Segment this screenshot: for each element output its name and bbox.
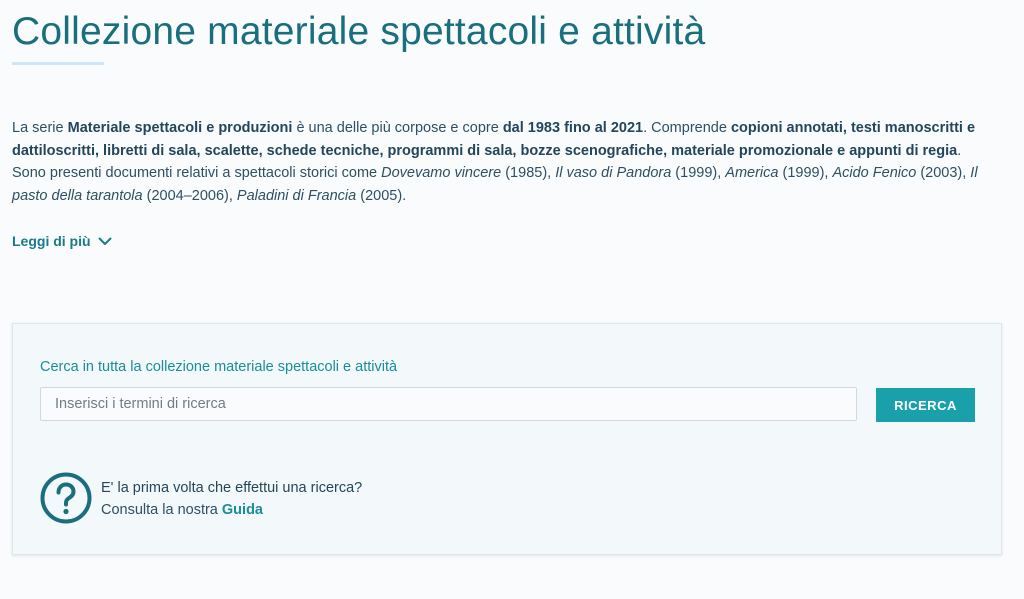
question-circle-icon [40,472,92,524]
search-input[interactable] [40,387,857,421]
show-year: (2003), [916,165,971,181]
search-panel: Cerca in tutta la collezione materiale s… [12,323,1002,555]
help-guide-line: Consulta la nostra Guida [101,502,263,518]
show-year: (1999), [671,165,726,181]
search-label: Cerca in tutta la collezione materiale s… [40,359,398,375]
show-year: (2004–2006), [142,187,237,204]
intro-text: La serie Materiale spettacoli e produzio… [12,117,1012,207]
show-year: (1985), [501,165,556,181]
title-underline [12,62,104,65]
date-range: dal 1983 fino al 2021 [502,120,644,136]
show-title: Il vaso di Pandora [555,165,672,181]
intro-text-segment: . Comprende [643,120,731,136]
help-line-prefix: Consulta la nostra [101,502,222,518]
show-title: Paladini di Francia [236,187,357,204]
series-name: Materiale spettacoli e produzioni [67,120,293,136]
intro-text-segment: La serie [12,120,68,136]
intro-text-segment: . [957,142,962,159]
intro-text-segment: Sono presenti documenti relativi a spett… [12,165,382,181]
show-year: (2005). [356,187,407,204]
chevron-down-icon [98,237,112,245]
show-title: America [725,165,779,181]
intro-paragraph-2: Sono presenti documenti relativi a spett… [12,162,1012,207]
page-title: Collezione materiale spettacoli e attivi… [12,10,706,53]
read-more-toggle[interactable]: Leggi di più [12,233,112,249]
page: Collezione materiale spettacoli e attivi… [0,0,1024,599]
intro-text-segment: è una delle più corpose e copre [292,120,503,136]
show-year: (1999), [778,165,833,181]
help-question: E' la prima volta che effettui una ricer… [101,480,363,496]
intro-paragraph-1: La serie Materiale spettacoli e produzio… [12,117,1012,162]
guide-link[interactable]: Guida [222,502,263,518]
search-button[interactable]: RICERCA [876,388,975,422]
read-more-label: Leggi di più [12,233,91,249]
show-title: Acido Fenico [832,165,917,181]
show-title: Dovevamo vincere [381,165,502,181]
